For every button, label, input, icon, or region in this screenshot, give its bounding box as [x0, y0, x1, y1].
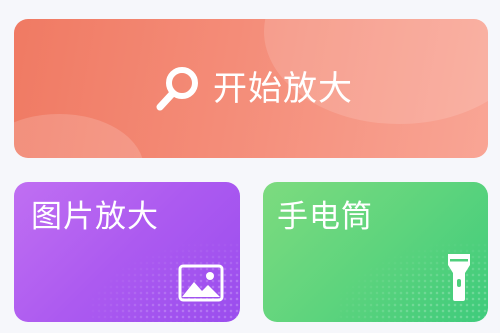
flashlight-card[interactable]: 手电筒: [263, 182, 488, 322]
flashlight-icon: [448, 254, 470, 301]
start-magnify-content: 开始放大: [14, 19, 488, 158]
image-magnify-label: 图片放大: [31, 199, 159, 235]
magnifier-icon: [156, 66, 198, 110]
image-magnify-card[interactable]: 图片放大: [14, 182, 240, 322]
flashlight-label: 手电筒: [277, 199, 373, 235]
image-icon: [178, 264, 224, 302]
start-magnify-card[interactable]: 开始放大: [14, 19, 488, 158]
start-magnify-label: 开始放大: [213, 68, 353, 109]
